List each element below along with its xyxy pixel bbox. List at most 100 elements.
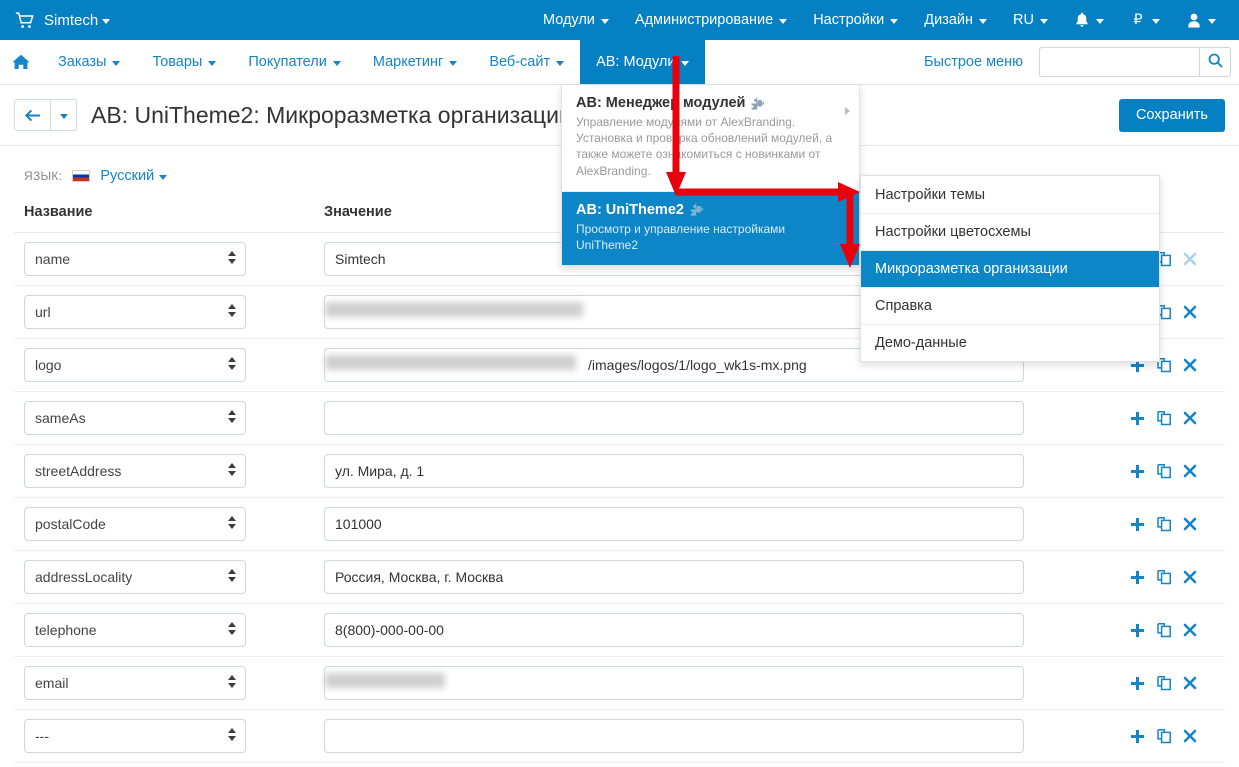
- mainnav-item-marketing[interactable]: Маркетинг: [357, 40, 474, 84]
- close-icon[interactable]: [1183, 517, 1197, 531]
- row-actions-cell: [1120, 656, 1225, 710]
- submenu-item-theme-settings[interactable]: Настройки темы: [861, 176, 1159, 213]
- property-name-cell: email: [14, 656, 314, 710]
- submenu-item-colorscheme-settings[interactable]: Настройки цветосхемы: [861, 213, 1159, 250]
- topnav-item-modules[interactable]: Модули: [530, 0, 622, 40]
- dropdown-item-unitheme2[interactable]: AB: UniTheme2 Просмотр и управление наст…: [562, 190, 859, 266]
- close-icon[interactable]: [1183, 411, 1197, 425]
- submenu-item-label: Справка: [875, 298, 932, 314]
- save-button[interactable]: Сохранить: [1118, 98, 1225, 132]
- puzzle-piece-icon: [690, 203, 705, 216]
- submenu-item-demo-data[interactable]: Демо-данные: [861, 324, 1159, 361]
- topnav-label: Настройки: [813, 12, 885, 28]
- plus-icon[interactable]: [1130, 411, 1145, 426]
- topnav-item-language[interactable]: RU: [1000, 0, 1061, 40]
- close-icon[interactable]: [1183, 358, 1197, 372]
- plus-icon[interactable]: [1130, 729, 1145, 744]
- table-row: email: [14, 656, 1225, 710]
- topnav-item-administration[interactable]: Администрирование: [622, 0, 800, 40]
- property-name-select-wrap: addressLocality: [24, 560, 246, 594]
- row-actions-cell: [1120, 444, 1225, 498]
- plus-icon[interactable]: [1130, 676, 1145, 691]
- property-value-input[interactable]: [324, 454, 1024, 488]
- chevron-down-icon: [600, 18, 609, 24]
- close-icon[interactable]: [1183, 623, 1197, 637]
- property-name-select-wrap: logo: [24, 348, 246, 382]
- property-value-input[interactable]: [324, 560, 1024, 594]
- property-value-input[interactable]: [324, 613, 1024, 647]
- main-nav: Заказы Товары Покупатели Маркетинг Веб-с…: [0, 40, 1239, 85]
- close-icon[interactable]: [1183, 252, 1197, 266]
- property-name-select[interactable]: telephone: [24, 613, 246, 647]
- close-icon[interactable]: [1183, 676, 1197, 690]
- dropdown-item-module-manager[interactable]: AB: Менеджер модулей Управление модулями…: [562, 85, 859, 191]
- copy-icon[interactable]: [1156, 569, 1172, 585]
- property-name-select-wrap: sameAs: [24, 401, 246, 435]
- mainnav-item-customers[interactable]: Покупатели: [232, 40, 356, 84]
- topnav-item-design[interactable]: Дизайн: [911, 0, 1000, 40]
- back-dropdown-button[interactable]: [51, 99, 77, 131]
- search-input[interactable]: [1039, 47, 1199, 77]
- topnav-item-notifications[interactable]: [1061, 0, 1117, 40]
- plus-icon[interactable]: [1130, 570, 1145, 585]
- property-value-input[interactable]: [324, 666, 1024, 700]
- copy-icon[interactable]: [1156, 463, 1172, 479]
- submenu-item-organization-markup[interactable]: Микроразметка организации: [861, 250, 1159, 287]
- row-actions-cell: [1120, 550, 1225, 604]
- property-name-cell: logo: [14, 338, 314, 392]
- quick-menu-link[interactable]: Быстрое меню: [908, 40, 1039, 84]
- property-name-select[interactable]: addressLocality: [24, 560, 246, 594]
- plus-icon[interactable]: [1130, 517, 1145, 532]
- row-actions: [1130, 516, 1215, 532]
- mainnav-label: Маркетинг: [372, 54, 444, 70]
- property-name-cell: addressLocality: [14, 550, 314, 604]
- property-name-select[interactable]: sameAs: [24, 401, 246, 435]
- copy-icon[interactable]: [1156, 622, 1172, 638]
- search-button[interactable]: [1199, 47, 1231, 77]
- mainnav-label: Покупатели: [248, 54, 327, 70]
- property-name-select[interactable]: email: [24, 666, 246, 700]
- property-name-select[interactable]: url: [24, 295, 246, 329]
- row-actions: [1130, 569, 1215, 585]
- property-value-input[interactable]: [324, 401, 1024, 435]
- language-label: ЯЗЫК:: [24, 169, 63, 183]
- property-name-select-wrap: name: [24, 242, 246, 276]
- mainnav-item-orders[interactable]: Заказы: [42, 40, 136, 84]
- store-name[interactable]: Simtech: [44, 12, 111, 29]
- home-icon[interactable]: [0, 40, 42, 84]
- close-icon[interactable]: [1183, 570, 1197, 584]
- back-button[interactable]: [14, 99, 51, 131]
- copy-icon[interactable]: [1156, 410, 1172, 426]
- table-row: postalCode: [14, 497, 1225, 551]
- plus-icon[interactable]: [1130, 464, 1145, 479]
- topnav-item-settings[interactable]: Настройки: [800, 0, 911, 40]
- topnav-label: Администрирование: [634, 12, 774, 28]
- close-icon[interactable]: [1183, 729, 1197, 743]
- copy-icon[interactable]: [1156, 516, 1172, 532]
- close-icon[interactable]: [1183, 305, 1197, 319]
- property-name-select[interactable]: name: [24, 242, 246, 276]
- plus-icon[interactable]: [1130, 623, 1145, 638]
- property-name-select[interactable]: postalCode: [24, 507, 246, 541]
- close-icon[interactable]: [1183, 464, 1197, 478]
- topnav-item-currency[interactable]: ₽: [1117, 0, 1173, 40]
- property-name-select[interactable]: streetAddress: [24, 454, 246, 488]
- mainnav-item-products[interactable]: Товары: [136, 40, 232, 84]
- mainnav-label: Веб-сайт: [489, 54, 551, 70]
- property-name-select[interactable]: ---: [24, 719, 246, 753]
- copy-icon[interactable]: [1156, 728, 1172, 744]
- copy-icon[interactable]: [1156, 675, 1172, 691]
- chevron-down-icon: [1152, 18, 1160, 24]
- mainnav-item-ab-modules[interactable]: AB: Модули: [580, 40, 706, 84]
- property-value-cell: [314, 444, 1120, 498]
- property-value-input[interactable]: [324, 719, 1024, 753]
- topnav-item-user[interactable]: [1173, 0, 1229, 40]
- mainnav-item-website[interactable]: Веб-сайт: [473, 40, 580, 84]
- puzzle-piece-icon: [751, 96, 766, 110]
- property-value-cell: [314, 656, 1120, 710]
- property-value-input[interactable]: [324, 507, 1024, 541]
- submenu-item-help[interactable]: Справка: [861, 287, 1159, 324]
- property-name-select[interactable]: logo: [24, 348, 246, 382]
- row-actions-cell: [1120, 391, 1225, 445]
- language-value[interactable]: Русский: [100, 168, 168, 184]
